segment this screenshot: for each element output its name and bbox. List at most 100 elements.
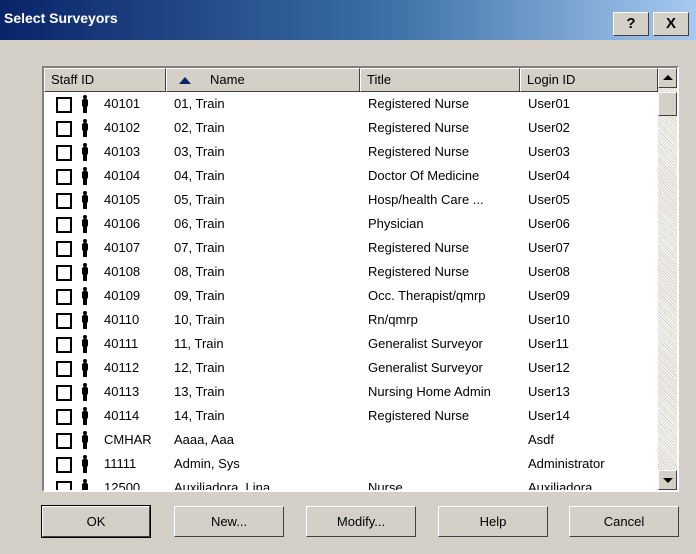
list-row[interactable]: 11111 Admin, Sys Administrator (44, 452, 658, 476)
cell-login-id: User03 (528, 144, 570, 159)
row-checkbox[interactable] (56, 241, 72, 257)
cell-name: 13, Train (174, 384, 225, 399)
cell-name: 10, Train (174, 312, 225, 327)
cell-staff-id: 40109 (104, 288, 141, 303)
row-checkbox[interactable] (56, 409, 72, 425)
row-checkbox[interactable] (56, 313, 72, 329)
cell-login-id: User05 (528, 192, 570, 207)
cell-staff-id: 40104 (104, 168, 141, 183)
scroll-up-button[interactable] (658, 68, 677, 88)
window-title: Select Surveyors (4, 10, 118, 26)
cell-title: Physician (368, 216, 424, 231)
person-icon (82, 455, 88, 473)
row-checkbox[interactable] (56, 433, 72, 449)
close-button[interactable]: X (653, 12, 689, 36)
row-checkbox[interactable] (56, 385, 72, 401)
cell-staff-id: CMHAR (104, 432, 152, 447)
cell-login-id: User13 (528, 384, 570, 399)
cell-title: Registered Nurse (368, 96, 470, 111)
cell-title: Registered Nurse (368, 144, 470, 159)
row-checkbox[interactable] (56, 121, 72, 137)
cell-login-id: User06 (528, 216, 570, 231)
row-checkbox[interactable] (56, 481, 72, 490)
person-icon (82, 431, 88, 449)
modify-button[interactable]: Modify... (306, 506, 416, 537)
cell-staff-id: 40111 (104, 336, 139, 351)
cell-login-id: User12 (528, 360, 570, 375)
cell-staff-id: 40107 (104, 240, 141, 255)
cell-name: 05, Train (174, 192, 225, 207)
list-row[interactable]: 40111 11, Train Generalist Surveyor User11 (44, 332, 658, 356)
new-button[interactable]: New... (174, 506, 284, 537)
row-checkbox[interactable] (56, 337, 72, 353)
row-checkbox[interactable] (56, 217, 72, 233)
cell-login-id: User04 (528, 168, 570, 183)
list-row[interactable]: 40108 08, Train Registered Nurse User08 (44, 260, 658, 284)
cell-title: Registered Nurse (368, 120, 470, 135)
column-header-login-id[interactable]: Login ID (520, 68, 658, 92)
list-row[interactable]: 40103 03, Train Registered Nurse User03 (44, 140, 658, 164)
row-checkbox[interactable] (56, 145, 72, 161)
row-checkbox[interactable] (56, 97, 72, 113)
list-row[interactable]: 40109 09, Train Occ. Therapist/qmrp User09 (44, 284, 658, 308)
person-icon (82, 239, 88, 257)
list-row[interactable]: 40101 01, Train Registered Nurse User01 (44, 92, 658, 116)
list-row[interactable]: 40102 02, Train Registered Nurse User02 (44, 116, 658, 140)
column-header-staff-id[interactable]: Staff ID (44, 68, 166, 92)
list-row[interactable]: 12500 Auxiliadora, Lina Nurse Auxiliadora (44, 476, 658, 492)
cell-login-id: Auxiliadora (528, 480, 593, 492)
cell-staff-id: 40103 (104, 144, 141, 159)
list-row[interactable]: 40112 12, Train Generalist Surveyor User12 (44, 356, 658, 380)
cell-name: 06, Train (174, 216, 225, 231)
cell-login-id: User10 (528, 312, 570, 327)
list-rows: 40101 01, Train Registered Nurse User01 4010… (44, 92, 658, 492)
help-button[interactable]: Help (438, 506, 548, 537)
row-checkbox[interactable] (56, 193, 72, 209)
column-header-title[interactable]: Title (360, 68, 520, 92)
row-checkbox[interactable] (56, 265, 72, 281)
cell-name: 03, Train (174, 144, 225, 159)
list-row[interactable]: 40110 10, Train Rn/qmrp User10 (44, 308, 658, 332)
column-header-name[interactable]: Name (166, 68, 360, 92)
person-icon (82, 119, 88, 137)
list-row[interactable]: CMHAR Aaaa, Aaa Asdf (44, 428, 658, 452)
cancel-button[interactable]: Cancel (569, 506, 679, 537)
scroll-thumb[interactable] (658, 92, 677, 116)
list-row[interactable]: 40107 07, Train Registered Nurse User07 (44, 236, 658, 260)
list-row[interactable]: 40106 06, Train Physician User06 (44, 212, 658, 236)
cell-name: 02, Train (174, 120, 225, 135)
cell-title: Registered Nurse (368, 408, 470, 423)
list-row[interactable]: 40104 04, Train Doctor Of Medicine User04 (44, 164, 658, 188)
ok-button[interactable]: OK (41, 505, 151, 538)
cell-name: 01, Train (174, 96, 225, 111)
cell-title: Doctor Of Medicine (368, 168, 480, 183)
list-row[interactable]: 40105 05, Train Hosp/health Care ... User05 (44, 188, 658, 212)
surveyor-list[interactable]: Staff ID Name Title Login ID 40101 01, Tr… (42, 66, 679, 492)
cell-staff-id: 12500 (104, 480, 141, 492)
row-checkbox[interactable] (56, 361, 72, 377)
row-checkbox[interactable] (56, 169, 72, 185)
person-icon (82, 287, 88, 305)
cell-name: 14, Train (174, 408, 225, 423)
person-icon (82, 191, 88, 209)
list-row[interactable]: 40114 14, Train Registered Nurse User14 (44, 404, 658, 428)
row-checkbox[interactable] (56, 289, 72, 305)
vertical-scrollbar[interactable] (658, 68, 677, 490)
person-icon (82, 263, 88, 281)
cell-title: Nursing Home Admin (368, 384, 491, 399)
person-icon (82, 167, 88, 185)
person-icon (82, 335, 88, 353)
cell-staff-id: 11111 (104, 456, 137, 471)
cell-login-id: User14 (528, 408, 570, 423)
list-row[interactable]: 40113 13, Train Nursing Home Admin User13 (44, 380, 658, 404)
scroll-down-button[interactable] (658, 470, 677, 490)
row-checkbox[interactable] (56, 457, 72, 473)
cell-login-id: User01 (528, 96, 570, 111)
help-title-button[interactable]: ? (613, 12, 649, 36)
person-icon (82, 95, 88, 113)
person-icon (82, 215, 88, 233)
cell-login-id: User09 (528, 288, 570, 303)
cell-login-id: Administrator (528, 456, 605, 471)
cell-staff-id: 40114 (104, 408, 140, 423)
cell-staff-id: 40101 (104, 96, 141, 111)
